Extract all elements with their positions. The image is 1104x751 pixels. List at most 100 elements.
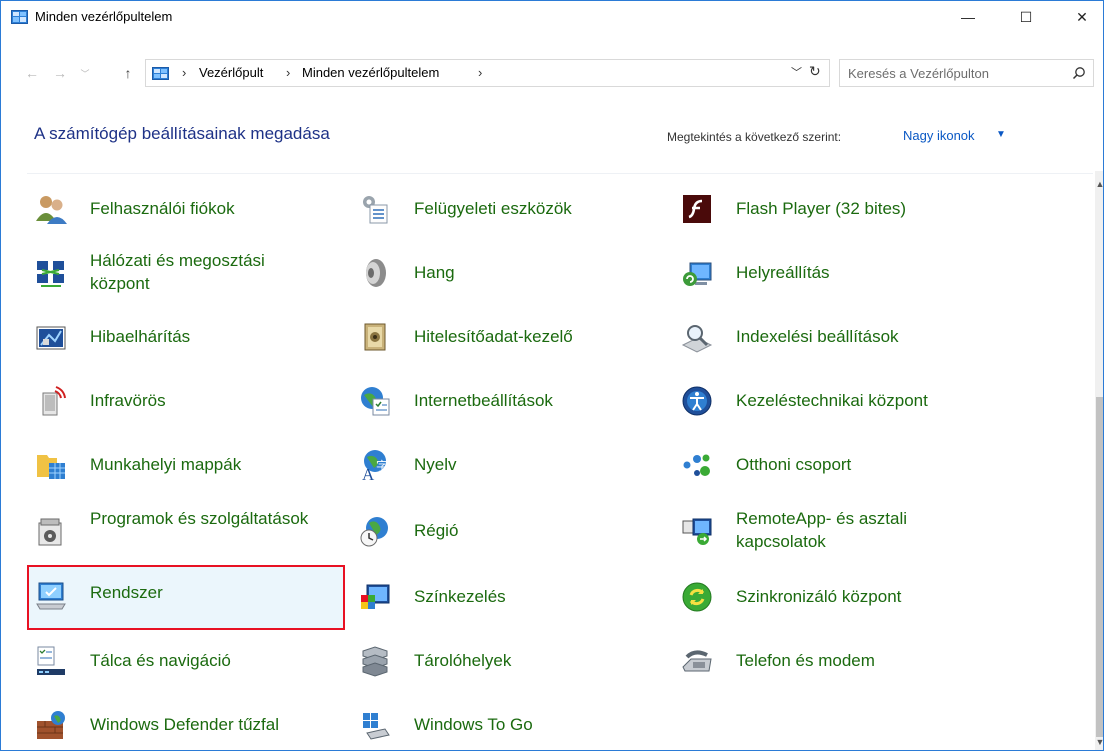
item-label: Telefon és modem <box>736 651 875 670</box>
windows-to-go-icon <box>359 709 391 741</box>
svg-text:A: A <box>362 465 375 481</box>
item-label: Hálózati és megosztási központ <box>90 251 265 293</box>
breadcrumb-control-panel[interactable]: Vezérlőpult <box>199 65 263 80</box>
item-label: Tálca és navigáció <box>90 651 231 670</box>
up-arrow-icon[interactable]: ↑ <box>117 63 139 83</box>
scroll-up-arrow-icon[interactable]: ▲ <box>1095 179 1103 189</box>
item-label: RemoteApp- és asztali kapcsolatok <box>736 509 908 551</box>
internet-options-icon <box>359 385 391 417</box>
minimize-button[interactable]: — <box>945 1 991 33</box>
sync-center-icon <box>681 581 713 613</box>
troubleshooting-icon <box>35 321 67 353</box>
search-icon[interactable] <box>1072 66 1086 80</box>
item-region[interactable]: Régió <box>351 503 663 559</box>
sound-icon <box>359 257 391 289</box>
item-user-accounts[interactable]: Felhasználói fiókok <box>27 181 339 237</box>
scroll-thumb[interactable] <box>1096 397 1103 737</box>
item-phone-modem[interactable]: Telefon és modem <box>673 633 985 689</box>
control-panel-icon <box>11 10 28 24</box>
item-homegroup[interactable]: Otthoni csoport <box>673 437 985 493</box>
item-color-management[interactable]: Színkezelés <box>351 569 663 625</box>
address-bar[interactable]: › Vezérlőpult › Minden vezérlőpultelem ›… <box>145 59 830 87</box>
firewall-icon <box>35 709 67 741</box>
programs-icon <box>35 515 67 547</box>
control-panel-icon <box>152 67 169 80</box>
item-label: Színkezelés <box>414 587 506 606</box>
maximize-button[interactable]: ☐ <box>1003 1 1049 33</box>
system-icon <box>35 579 67 611</box>
item-indexing[interactable]: Indexelési beállítások <box>673 309 985 365</box>
item-label: Windows To Go <box>414 715 533 734</box>
item-programs[interactable]: Programok és szolgáltatások <box>27 503 339 559</box>
item-troubleshooting[interactable]: Hibaelhárítás <box>27 309 339 365</box>
language-icon: A字 <box>359 449 391 484</box>
item-sync-center[interactable]: Szinkronizáló központ <box>673 569 985 625</box>
item-flash-player[interactable]: Flash Player (32 bites) <box>673 181 985 237</box>
item-system[interactable]: Rendszer <box>27 565 345 630</box>
recovery-icon <box>681 257 713 289</box>
svg-text:字: 字 <box>376 458 388 473</box>
view-by-dropdown[interactable]: Nagy ikonok <box>903 128 975 143</box>
storage-spaces-icon <box>359 645 391 677</box>
breadcrumb-separator-icon[interactable]: › <box>286 65 290 80</box>
forward-arrow-icon[interactable]: → <box>49 63 71 83</box>
close-button[interactable]: ✕ <box>1059 1 1103 33</box>
item-label: Szinkronizáló központ <box>736 587 902 606</box>
title-bar[interactable]: Minden vezérlőpultelem — ☐ ✕ <box>1 1 1103 33</box>
item-firewall[interactable]: Windows Defender tűzfal <box>27 697 339 750</box>
flash-player-icon <box>681 193 713 225</box>
breadcrumb-separator-icon[interactable]: › <box>182 65 186 80</box>
user-accounts-icon <box>35 193 67 225</box>
item-work-folders[interactable]: Munkahelyi mappák <box>27 437 339 493</box>
window-title: Minden vezérlőpultelem <box>35 9 173 24</box>
item-language[interactable]: A字 Nyelv <box>351 437 663 493</box>
item-internet-options[interactable]: Internetbeállítások <box>351 373 663 429</box>
item-admin-tools[interactable]: Felügyeleti eszközök <box>351 181 663 237</box>
item-taskbar[interactable]: Tálca és navigáció <box>27 633 339 689</box>
infrared-icon <box>35 385 67 417</box>
homegroup-icon <box>681 449 713 481</box>
search-box[interactable] <box>839 59 1094 87</box>
refresh-icon[interactable]: ↻ <box>809 63 821 80</box>
vertical-scrollbar[interactable]: ▲ ▼ <box>1095 171 1103 750</box>
item-label: Kezeléstechnikai központ <box>736 391 928 410</box>
search-input[interactable] <box>848 63 1058 83</box>
item-infrared[interactable]: Infravörös <box>27 373 339 429</box>
item-storage-spaces[interactable]: Tárolóhelyek <box>351 633 663 689</box>
item-label: Infravörös <box>90 391 166 410</box>
header-divider <box>27 173 1093 174</box>
dropdown-caret-icon[interactable]: ▼ <box>996 129 1006 140</box>
item-sound[interactable]: Hang <box>351 245 663 301</box>
item-label: Helyreállítás <box>736 263 830 282</box>
item-label: Felhasználói fiókok <box>90 199 235 218</box>
item-ease-of-access[interactable]: Kezeléstechnikai központ <box>673 373 985 429</box>
item-label: Otthoni csoport <box>736 455 852 474</box>
recent-locations-chevron-icon[interactable]: ﹀ <box>77 63 93 83</box>
item-credential-manager[interactable]: Hitelesítőadat-kezelő <box>351 309 663 365</box>
item-windows-to-go[interactable]: Windows To Go <box>351 697 663 750</box>
remoteapp-icon <box>681 515 713 547</box>
credential-manager-icon <box>359 321 391 353</box>
back-arrow-icon[interactable]: ← <box>21 63 43 83</box>
item-label: Programok és szolgáltatások <box>90 509 309 528</box>
control-panel-window: Minden vezérlőpultelem — ☐ ✕ ← → ﹀ ↑ › V… <box>0 0 1104 751</box>
network-center-icon <box>35 257 67 289</box>
item-label: Tárolóhelyek <box>414 651 512 670</box>
breadcrumb-all-items[interactable]: Minden vezérlőpultelem <box>302 65 439 80</box>
indexing-icon <box>681 321 713 353</box>
work-folders-icon <box>35 449 67 481</box>
item-label: Nyelv <box>414 455 457 474</box>
item-label: Munkahelyi mappák <box>90 455 242 474</box>
item-label: Windows Defender tűzfal <box>90 715 279 734</box>
address-history-chevron-icon[interactable]: ﹀ <box>791 64 802 80</box>
item-recovery[interactable]: Helyreállítás <box>673 245 985 301</box>
page-title: A számítógép beállításainak megadása <box>34 124 330 143</box>
breadcrumb-separator-icon[interactable]: › <box>478 65 482 80</box>
item-network-center[interactable]: Hálózati és megosztási központ <box>27 245 339 301</box>
item-remoteapp[interactable]: RemoteApp- és asztali kapcsolatok <box>673 503 985 559</box>
item-label: Indexelési beállítások <box>736 327 899 346</box>
item-label: Internetbeállítások <box>414 391 553 410</box>
item-label: Régió <box>414 521 459 540</box>
region-icon <box>359 515 391 547</box>
scroll-down-arrow-icon[interactable]: ▼ <box>1095 737 1103 747</box>
